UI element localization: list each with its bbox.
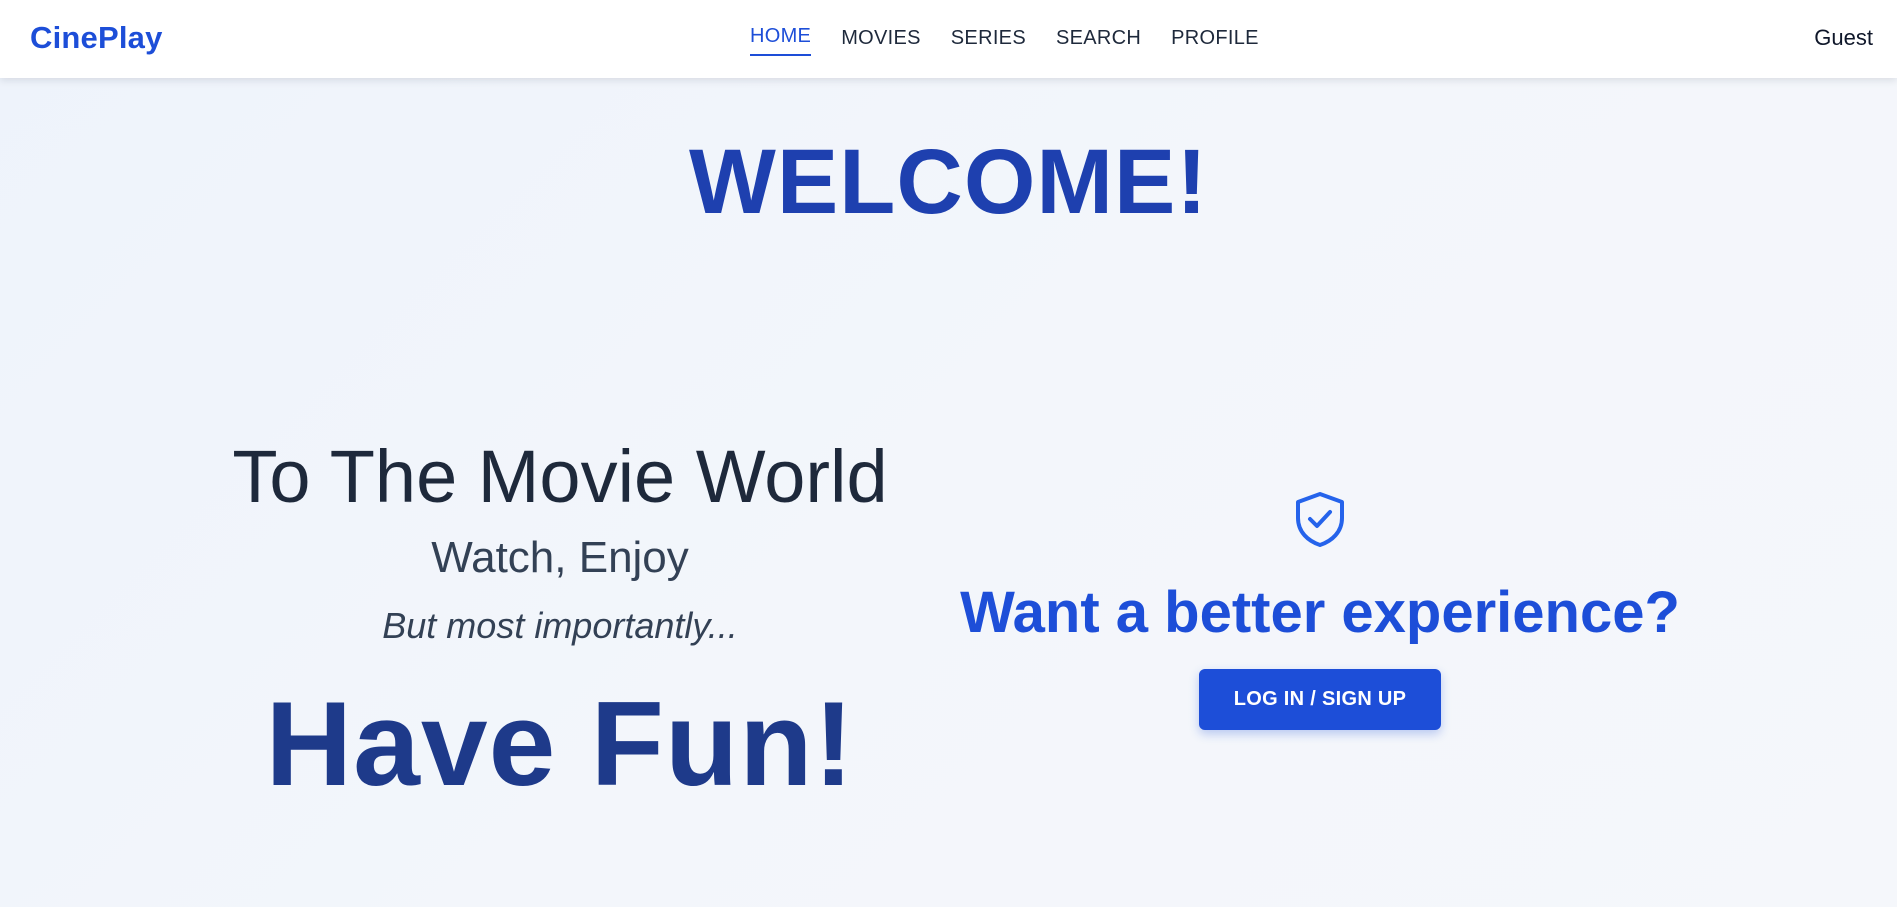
hero-fun-text: Have Fun! <box>265 677 855 811</box>
welcome-heading: WELCOME! <box>688 131 1209 233</box>
login-cta: Want a better experience? LOG IN / SIGN … <box>920 490 1720 730</box>
login-signup-button[interactable]: LOG IN / SIGN UP <box>1199 669 1441 730</box>
nav-item-profile[interactable]: PROFILE <box>1171 23 1259 56</box>
hero-tagline: But most importantly... <box>382 605 738 646</box>
cta-heading: Want a better experience? <box>960 580 1680 645</box>
user-name[interactable]: Guest <box>1814 25 1873 51</box>
nav-item-home[interactable]: HOME <box>750 21 812 56</box>
main-nav: HOME MOVIES SERIES SEARCH PROFILE <box>750 0 1289 78</box>
nav-item-movies[interactable]: MOVIES <box>841 23 921 56</box>
nav-item-series[interactable]: SERIES <box>951 23 1026 56</box>
hero-subtitle: Watch, Enjoy <box>431 533 689 582</box>
brand-logo[interactable]: CinePlay <box>30 20 163 56</box>
shield-check-icon <box>1292 490 1348 548</box>
hero-headline: To The Movie World <box>232 435 888 518</box>
nav-item-search[interactable]: SEARCH <box>1056 23 1141 56</box>
top-navbar: CinePlay HOME MOVIES SERIES SEARCH PROFI… <box>0 0 1897 78</box>
hero-text: To The Movie World Watch, Enjoy But most… <box>160 430 960 804</box>
